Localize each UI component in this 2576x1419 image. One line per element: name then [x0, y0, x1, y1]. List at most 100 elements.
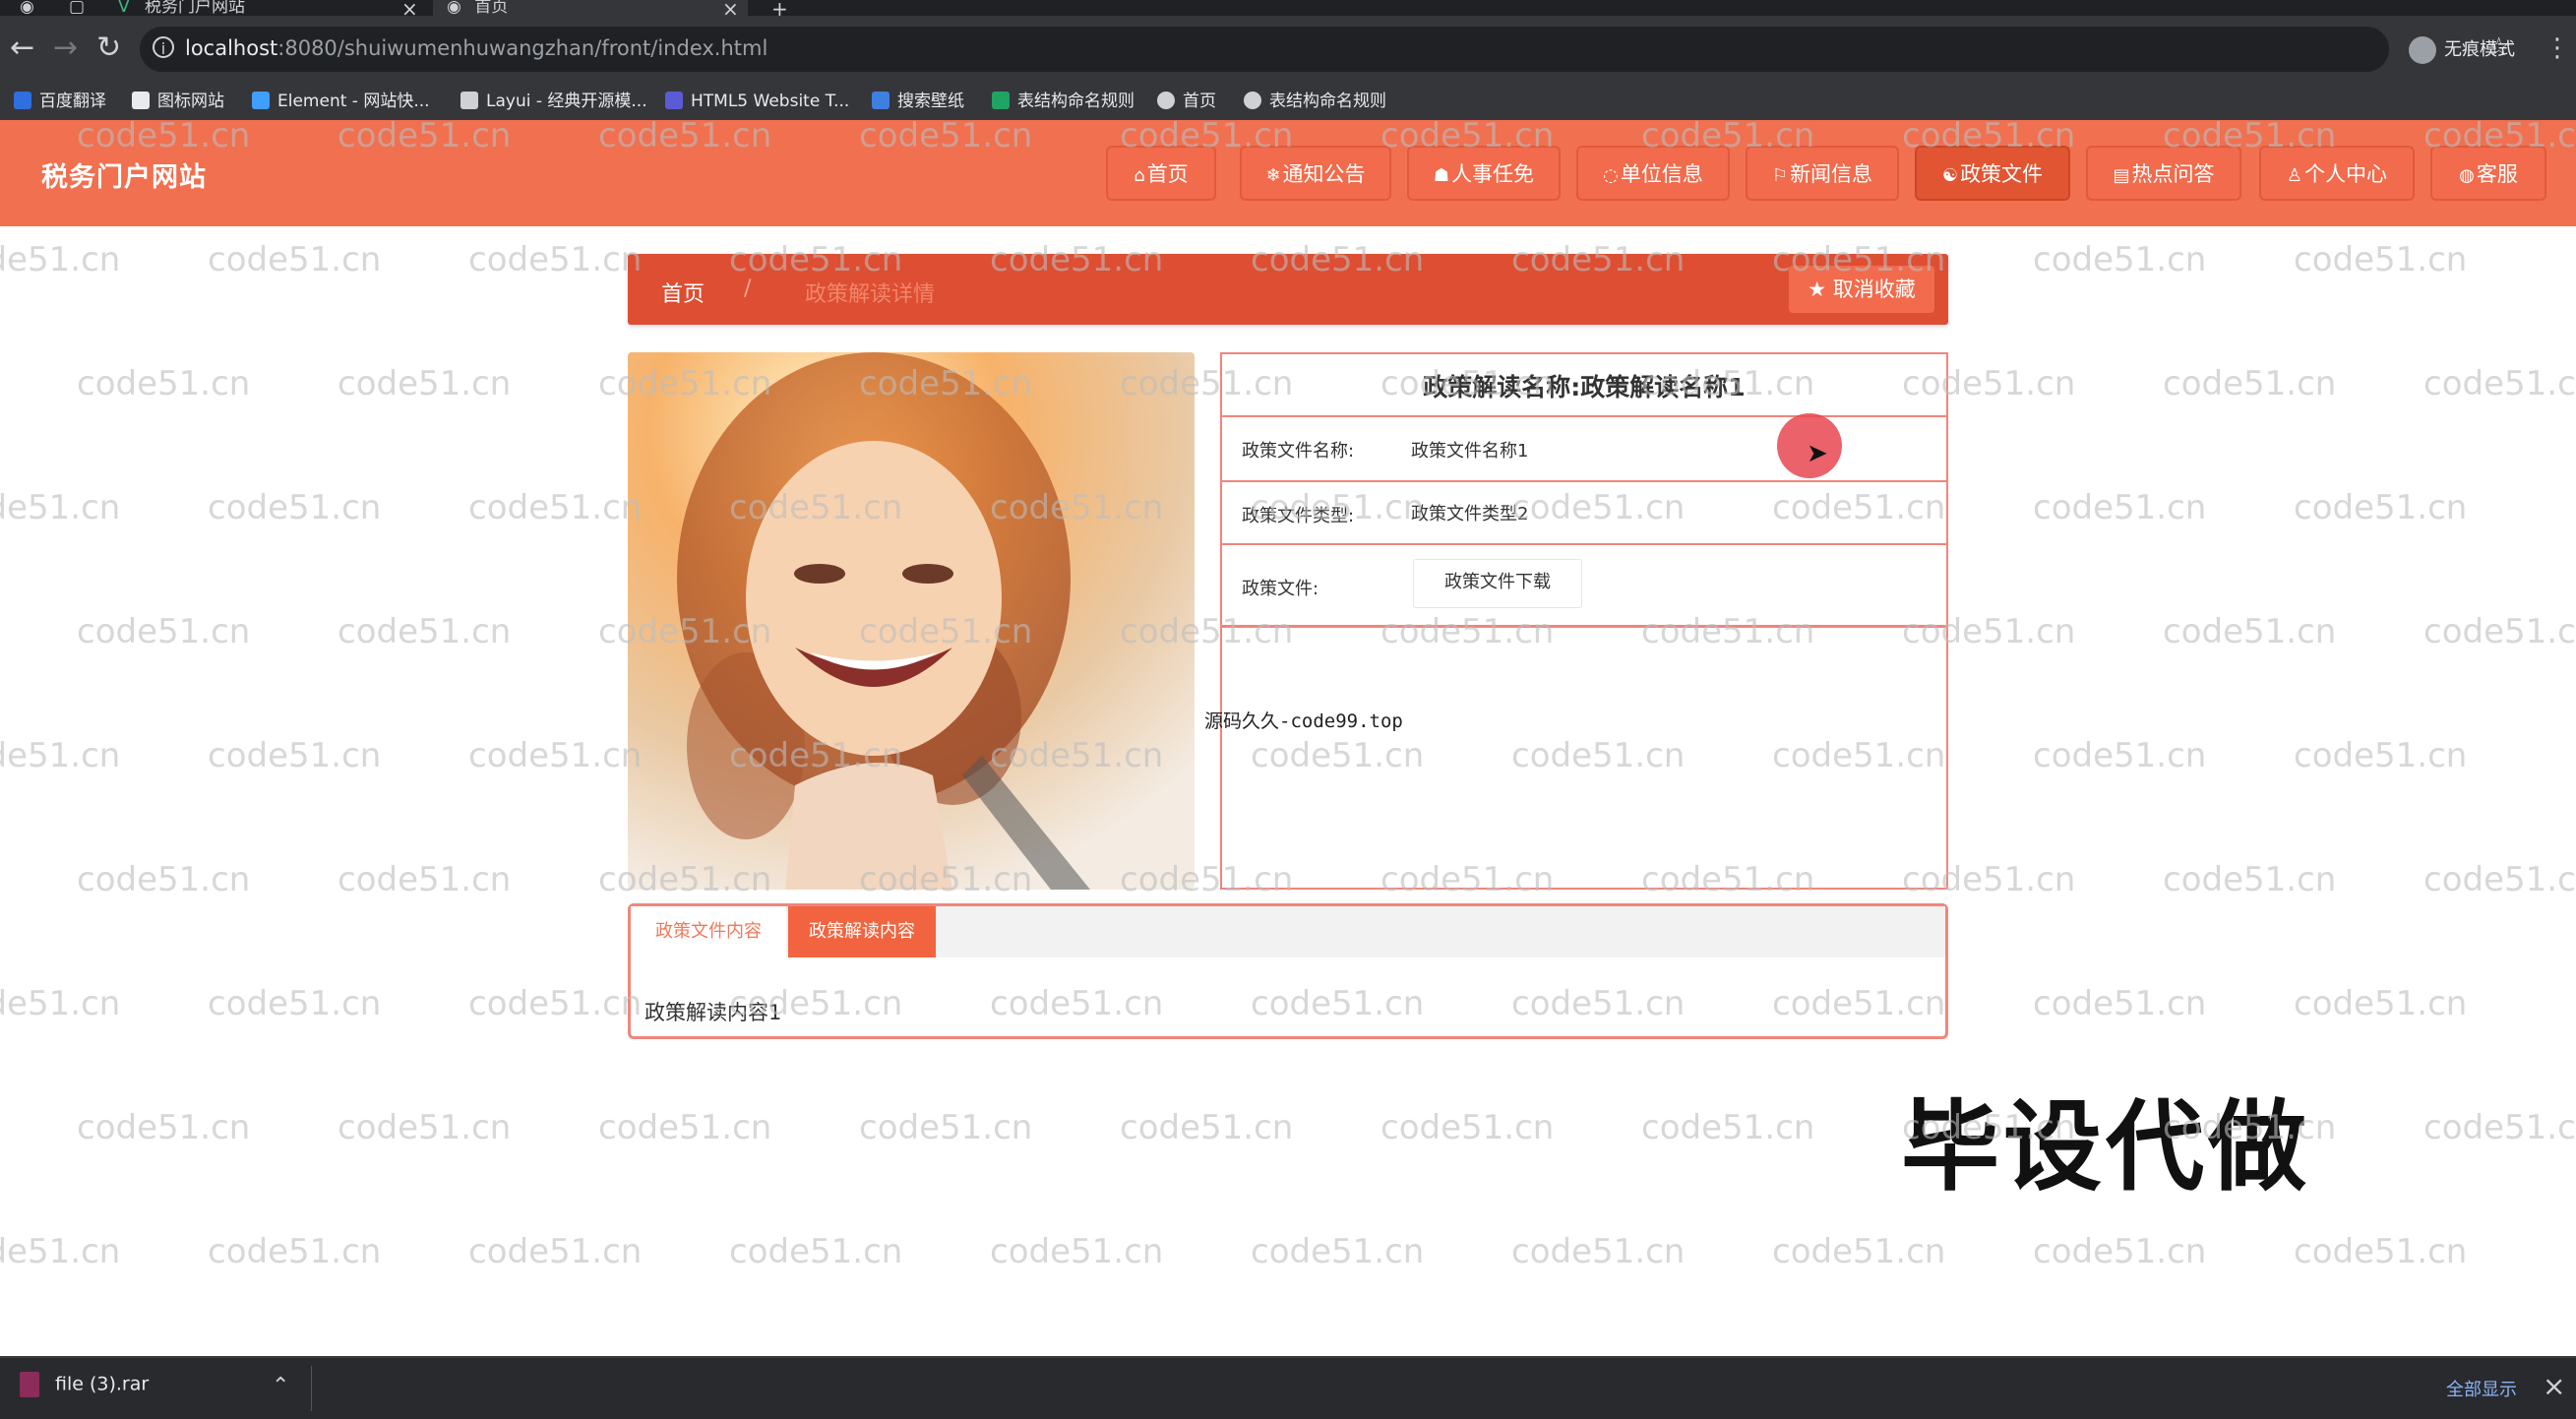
bookmark-item[interactable]: 首页 [1157, 89, 1216, 114]
divider [311, 1366, 312, 1411]
nav-personal-center[interactable]: ♙个人中心 [2259, 146, 2415, 201]
nav-label: 热点问答 [2131, 162, 2215, 186]
back-icon[interactable]: ← [10, 33, 34, 63]
flag-icon: ⚐ [1771, 165, 1789, 186]
graduation-cap-icon: ☗ [1433, 165, 1450, 186]
menu-icon[interactable]: ⋮ [2545, 33, 2570, 63]
info-icon[interactable]: i [153, 36, 174, 58]
watermark-text: code51.cn [77, 612, 251, 651]
nav-notices[interactable]: ❄通知公告 [1240, 146, 1391, 201]
watermark-text: code51.cn [0, 240, 121, 279]
support-icon: ◍ [2459, 165, 2475, 186]
url-text: localhost:8080/shuiwumenhuwangzhan/front… [185, 36, 767, 60]
nav-policy-files[interactable]: ☯政策文件 [1915, 146, 2070, 201]
watermark-text: code51.cn [2033, 240, 2207, 279]
detail-title: 政策解读名称:政策解读名称1 [1423, 373, 1746, 401]
wallpaper-icon [872, 92, 889, 109]
unfavorite-button[interactable]: ★ 取消收藏 [1789, 266, 1934, 313]
watermark-text: code51.cn [0, 1232, 121, 1271]
watermark-text: code51.cn [729, 1232, 903, 1271]
policy-cover-image [628, 352, 1195, 890]
bookmark-label: HTML5 Website T... [691, 92, 850, 111]
close-icon[interactable]: × [2543, 1370, 2565, 1402]
forward-icon[interactable]: → [53, 33, 78, 63]
watermark-text: code51.cn [1641, 1108, 1815, 1147]
nav-news[interactable]: ⚐新闻信息 [1746, 146, 1899, 201]
file-download-button[interactable]: 政策文件下载 [1413, 559, 1582, 608]
download-item[interactable]: file (3).rar [20, 1372, 149, 1397]
tab-policy-file-content[interactable]: 政策文件内容 [631, 906, 786, 957]
nav-home[interactable]: ⌂首页 [1106, 146, 1216, 201]
incognito-indicator[interactable]: 无痕模式 [2409, 35, 2515, 64]
reload-icon[interactable]: ↻ [96, 33, 121, 63]
globe-icon [1157, 92, 1175, 109]
bookmark-item[interactable]: 图标网站 [132, 89, 224, 114]
watermark-text: code51.cn [2294, 984, 2468, 1023]
watermark-text: code51.cn [1251, 1232, 1425, 1271]
row-label: 政策文件: [1242, 579, 1319, 599]
tab-policy-interpretation-content[interactable]: 政策解读内容 [788, 906, 936, 957]
bookmark-item[interactable]: 搜索壁纸 [872, 89, 964, 114]
unfavorite-label: 取消收藏 [1832, 278, 1916, 301]
vue-icon: V [118, 0, 130, 16]
chrome-logo-icon: ◉ [20, 0, 34, 16]
watermark-text: code51.cn [337, 364, 512, 403]
download-bar: file (3).rar ⌃ 全部显示 × [0, 1356, 2576, 1419]
html5-icon [665, 92, 683, 109]
watermark-text: code51.cn [468, 1232, 643, 1271]
flag-icon [132, 92, 150, 109]
address-bar-row: ← → ↻ i localhost:8080/shuiwumenhuwangzh… [0, 16, 2576, 85]
breadcrumb-home-link[interactable]: 首页 [661, 277, 705, 308]
nav-label: 单位信息 [1620, 162, 1703, 186]
bookmark-item[interactable]: Layui - 经典开源模... [460, 89, 647, 114]
watermark-text: code51.cn [2033, 984, 2207, 1023]
watermark-text: code51.cn [2033, 488, 2207, 527]
detail-row-file-type: 政策文件类型: 政策文件类型2 [1222, 480, 1946, 543]
element-icon [252, 92, 270, 109]
snowflake-icon: ❄ [1265, 165, 1281, 186]
watermark-text: code51.cn [1772, 1232, 1946, 1271]
bookmark-item[interactable]: 表结构命名规则 [1244, 89, 1386, 114]
watermark-text: code51.cn [2423, 1108, 2576, 1147]
mouse-cursor-icon: ➤ [1807, 439, 1828, 468]
watermark-text: code51.cn [2423, 364, 2576, 403]
watermark-text: code51.cn [0, 488, 121, 527]
nav-label: 首页 [1146, 162, 1189, 186]
download-file-name: file (3).rar [55, 1373, 150, 1395]
watermark-text: code51.cn [208, 488, 382, 527]
watermark-text: code51.cn [208, 1232, 382, 1271]
breadcrumb-separator: / [744, 277, 752, 301]
layui-icon [460, 92, 478, 109]
url-input[interactable]: i localhost:8080/shuiwumenhuwangzhan/fro… [140, 27, 2510, 72]
browser-tab-home[interactable]: ◉ 首页 [433, 0, 748, 16]
bookmark-item[interactable]: 百度翻译 [14, 89, 106, 114]
row-label: 政策文件类型: [1242, 506, 1355, 526]
watermark-text: code51.cn [0, 736, 121, 775]
watermark-text: code51.cn [1380, 1108, 1555, 1147]
bookmark-item[interactable]: Element - 网站快... [252, 89, 430, 114]
watermark-text: code51.cn [468, 736, 643, 775]
nav-label: 通知公告 [1282, 162, 1366, 186]
user-icon: ♙ [2286, 165, 2303, 186]
nav-units[interactable]: ◌单位信息 [1576, 146, 1730, 201]
nav-label: 政策文件 [1960, 162, 2044, 186]
nav-hot-qa[interactable]: ▤热点问答 [2086, 146, 2241, 201]
sheet-icon [992, 92, 1010, 109]
incognito-label: 无痕模式 [2444, 39, 2515, 60]
nav-personnel[interactable]: ☗人事任免 [1407, 146, 1561, 201]
watermark-text: code51.cn [990, 1232, 1164, 1271]
content-tabs: 政策文件内容 政策解读内容 政策解读内容1 [628, 903, 1948, 1039]
watermark-text: code51.cn [2423, 860, 2576, 899]
show-all-downloads-link[interactable]: 全部显示 [2446, 1376, 2517, 1401]
bookmark-label: 表结构命名规则 [1017, 92, 1135, 111]
bookmark-item[interactable]: HTML5 Website T... [665, 89, 849, 114]
row-value: 政策文件类型2 [1411, 504, 1529, 524]
chevron-up-icon[interactable]: ⌃ [272, 1374, 289, 1398]
watermark-text: code51.cn [77, 1108, 251, 1147]
nav-customer-service[interactable]: ◍客服 [2430, 146, 2546, 201]
overlay-note: 源码久久-code99.top [1204, 710, 1403, 732]
chat-bubble-icon: ◌ [1603, 165, 1619, 186]
bookmark-item[interactable]: 表结构命名规则 [992, 89, 1135, 114]
browser-tab-site[interactable]: V 税务门户网站 [118, 0, 413, 16]
watermark-text: code51.cn [2294, 488, 2468, 527]
